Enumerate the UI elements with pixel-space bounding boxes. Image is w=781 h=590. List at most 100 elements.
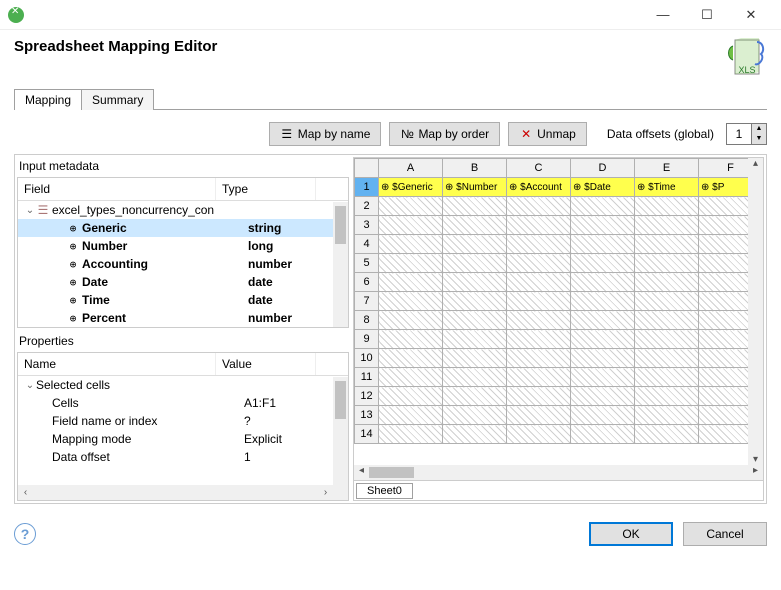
cell[interactable] bbox=[379, 197, 443, 216]
data-offsets-spinner[interactable]: ▲▼ bbox=[726, 123, 767, 145]
row-header[interactable]: 7 bbox=[355, 292, 379, 311]
cell[interactable] bbox=[443, 330, 507, 349]
maximize-button[interactable]: ☐ bbox=[685, 0, 729, 30]
cell[interactable] bbox=[379, 254, 443, 273]
help-icon[interactable]: ? bbox=[14, 523, 36, 545]
properties-vscroll[interactable] bbox=[333, 377, 348, 500]
cell[interactable] bbox=[443, 311, 507, 330]
cell[interactable] bbox=[443, 368, 507, 387]
sheet-vscroll[interactable]: ▴ ▾ bbox=[748, 158, 763, 465]
cell[interactable] bbox=[507, 349, 571, 368]
cell[interactable] bbox=[571, 235, 635, 254]
row-header[interactable]: 4 bbox=[355, 235, 379, 254]
cell[interactable] bbox=[507, 425, 571, 444]
cell[interactable] bbox=[507, 406, 571, 425]
cell[interactable] bbox=[635, 311, 699, 330]
row-header[interactable]: 13 bbox=[355, 406, 379, 425]
metadata-scrollbar[interactable] bbox=[333, 202, 348, 327]
tab-summary[interactable]: Summary bbox=[81, 89, 154, 110]
cell[interactable] bbox=[443, 235, 507, 254]
cell[interactable] bbox=[379, 292, 443, 311]
cell[interactable] bbox=[443, 406, 507, 425]
ok-button[interactable]: OK bbox=[589, 522, 673, 546]
cell[interactable] bbox=[635, 197, 699, 216]
cell[interactable] bbox=[571, 406, 635, 425]
row-header[interactable]: 2 bbox=[355, 197, 379, 216]
chevron-down-icon[interactable]: ▾ bbox=[748, 454, 763, 465]
cell[interactable] bbox=[571, 254, 635, 273]
cell[interactable] bbox=[443, 425, 507, 444]
row-header[interactable]: 6 bbox=[355, 273, 379, 292]
spinner-arrows[interactable]: ▲▼ bbox=[751, 124, 766, 144]
row-header[interactable]: 9 bbox=[355, 330, 379, 349]
cell[interactable] bbox=[379, 387, 443, 406]
col-header[interactable]: B bbox=[443, 159, 507, 178]
chevron-right-icon[interactable]: ▸ bbox=[748, 465, 763, 480]
cell[interactable] bbox=[379, 273, 443, 292]
metadata-field-row[interactable]: Timedate bbox=[18, 291, 348, 309]
cell[interactable] bbox=[571, 311, 635, 330]
cell[interactable] bbox=[443, 216, 507, 235]
cell[interactable] bbox=[443, 254, 507, 273]
cell[interactable] bbox=[443, 349, 507, 368]
row-header[interactable]: 14 bbox=[355, 425, 379, 444]
row-header[interactable]: 1 bbox=[355, 178, 379, 197]
metadata-field-row[interactable]: Accountingnumber bbox=[18, 255, 348, 273]
minimize-button[interactable]: — bbox=[641, 0, 685, 30]
cell[interactable] bbox=[571, 273, 635, 292]
mapped-cell[interactable]: ⊕ $Time bbox=[635, 178, 699, 197]
row-header[interactable]: 10 bbox=[355, 349, 379, 368]
cell[interactable] bbox=[379, 235, 443, 254]
row-header[interactable]: 8 bbox=[355, 311, 379, 330]
metadata-field-row[interactable]: Percentnumber bbox=[18, 309, 348, 326]
cell[interactable] bbox=[571, 292, 635, 311]
chevron-left-icon[interactable]: ◂ bbox=[354, 465, 369, 480]
metadata-field-row[interactable]: Datedate bbox=[18, 273, 348, 291]
metadata-group-row[interactable]: ⌄excel_types_noncurrency_con bbox=[18, 201, 348, 219]
cell[interactable] bbox=[571, 425, 635, 444]
row-header[interactable]: 11 bbox=[355, 368, 379, 387]
cell[interactable] bbox=[507, 387, 571, 406]
row-header[interactable]: 3 bbox=[355, 216, 379, 235]
cell[interactable] bbox=[379, 330, 443, 349]
cell[interactable] bbox=[443, 273, 507, 292]
metadata-field-row[interactable]: Numberlong bbox=[18, 237, 348, 255]
mapped-cell[interactable]: ⊕ $Account bbox=[507, 178, 571, 197]
col-header[interactable]: C bbox=[507, 159, 571, 178]
cell[interactable] bbox=[635, 425, 699, 444]
cell[interactable] bbox=[507, 273, 571, 292]
properties-row[interactable]: Mapping modeExplicit bbox=[18, 430, 348, 448]
cell[interactable] bbox=[635, 273, 699, 292]
cell[interactable] bbox=[379, 349, 443, 368]
cell[interactable] bbox=[635, 406, 699, 425]
cell[interactable] bbox=[635, 387, 699, 406]
cell[interactable] bbox=[379, 406, 443, 425]
col-header[interactable]: E bbox=[635, 159, 699, 178]
cell[interactable] bbox=[379, 368, 443, 387]
cell[interactable] bbox=[379, 216, 443, 235]
cell[interactable] bbox=[443, 292, 507, 311]
sheet-table[interactable]: ABCDEF1⊕ $Generic⊕ $Number⊕ $Account⊕ $D… bbox=[354, 158, 763, 444]
collapse-icon[interactable]: ⌄ bbox=[24, 380, 36, 391]
mapped-cell[interactable]: ⊕ $Generic bbox=[379, 178, 443, 197]
col-header[interactable]: A bbox=[379, 159, 443, 178]
chevron-up-icon[interactable]: ▲ bbox=[752, 124, 766, 134]
cell[interactable] bbox=[507, 292, 571, 311]
row-header[interactable]: 12 bbox=[355, 387, 379, 406]
cell[interactable] bbox=[635, 292, 699, 311]
cancel-button[interactable]: Cancel bbox=[683, 522, 767, 546]
sheet-corner[interactable] bbox=[355, 159, 379, 178]
collapse-icon[interactable]: ⌄ bbox=[24, 205, 36, 216]
properties-hscroll[interactable]: ‹› bbox=[18, 485, 333, 500]
chevron-up-icon[interactable]: ▴ bbox=[748, 158, 763, 169]
cell[interactable] bbox=[507, 330, 571, 349]
col-header[interactable]: D bbox=[571, 159, 635, 178]
properties-col-name[interactable]: Name bbox=[18, 353, 216, 375]
close-button[interactable]: ✕ bbox=[729, 0, 773, 30]
tab-mapping[interactable]: Mapping bbox=[14, 89, 82, 110]
map-by-name-button[interactable]: ☰Map by name bbox=[269, 122, 382, 146]
data-offsets-input[interactable] bbox=[727, 124, 751, 144]
mapped-cell[interactable]: ⊕ $Number bbox=[443, 178, 507, 197]
metadata-col-type[interactable]: Type bbox=[216, 178, 316, 200]
sheet-tab-0[interactable]: Sheet0 bbox=[356, 483, 413, 499]
